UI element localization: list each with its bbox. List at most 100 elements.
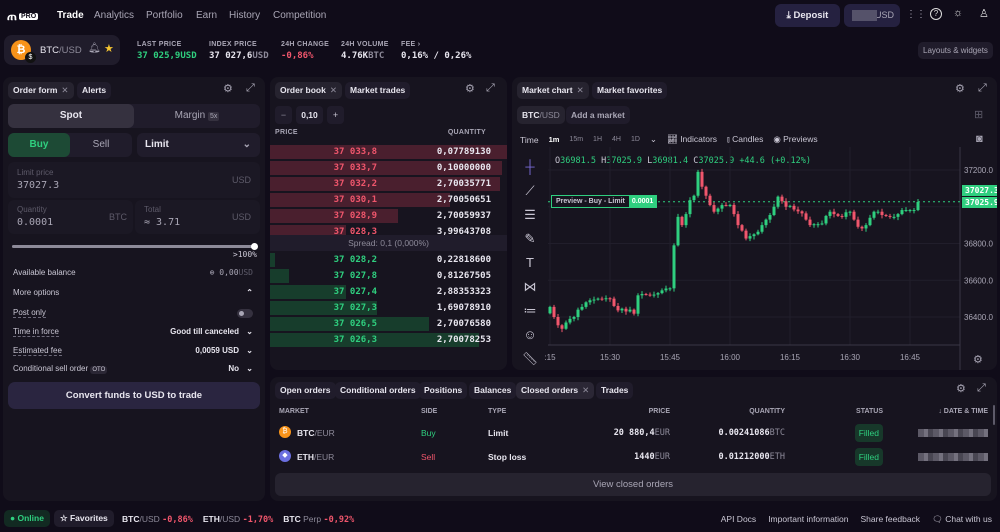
close-icon[interactable]: ✕ xyxy=(330,85,337,95)
theme-sun-icon[interactable]: ☼ xyxy=(953,7,963,19)
tab-positions[interactable]: Positions xyxy=(419,382,468,399)
star-icon[interactable]: ★ xyxy=(104,42,114,55)
slider-handle[interactable] xyxy=(251,243,258,250)
gear-icon[interactable]: ⚙ xyxy=(465,82,475,95)
scrollbar[interactable] xyxy=(993,405,995,425)
estimated-fee-select[interactable]: Estimated fee 0,0059 USD ⌄ xyxy=(13,346,253,360)
amount-slider[interactable] xyxy=(12,243,258,250)
important-info-link[interactable]: Important information xyxy=(768,514,848,525)
order-book-row[interactable]: 37 028,9 2,70059937 xyxy=(270,209,507,224)
balance-button[interactable]: USD xyxy=(844,4,900,27)
depth-bar xyxy=(270,253,275,267)
tab-order-book[interactable]: Order book ✕ xyxy=(275,82,342,99)
buy-button[interactable]: Buy xyxy=(8,133,70,157)
order-book-row[interactable]: 37 027,4 2,88353323 xyxy=(270,285,507,300)
tab-order-form[interactable]: Order form ✕ xyxy=(8,82,74,99)
decrease-step-button[interactable]: − xyxy=(275,106,292,124)
expand-icon[interactable]: ⤢ xyxy=(246,82,255,95)
share-feedback-link[interactable]: Share feedback xyxy=(861,514,921,525)
tab-closed-orders[interactable]: Closed orders ✕ xyxy=(516,382,595,399)
order-book-row[interactable]: 37 030,1 2,70050651 xyxy=(270,193,507,208)
gear-icon[interactable]: ⚙ xyxy=(223,82,233,95)
cell-market: ETH/EUR xyxy=(297,452,335,462)
order-type-select[interactable]: Limit ⌄ xyxy=(137,133,260,157)
margin-tab[interactable]: Margin 5x xyxy=(134,104,260,129)
fee-info[interactable]: FEE › 0,16% / 0,26% xyxy=(401,41,471,61)
tab-alerts[interactable]: Alerts xyxy=(77,82,112,99)
candle-body xyxy=(780,196,784,202)
chevron-down-icon: ⌄ xyxy=(246,327,253,336)
tab-market-trades[interactable]: Market trades xyxy=(345,82,411,99)
deposit-button[interactable]: ⤓ Deposit xyxy=(775,4,840,27)
total-input[interactable]: Total ≈ 3.71 USD xyxy=(135,200,260,234)
btc-coin-icon: ₿ xyxy=(279,426,291,438)
candlestick-chart[interactable]: 37200.0 36800.0 36600.0 36400.0:15 15:30 15:4… xyxy=(512,77,997,370)
time-in-force-select[interactable]: Time in force Good till canceled ⌄ xyxy=(13,327,253,341)
limit-price-input[interactable]: Limit price 37027.3 USD xyxy=(8,162,260,198)
tab-conditional-orders[interactable]: Conditional orders xyxy=(335,382,421,399)
add-funds-icon[interactable]: ⊕ xyxy=(210,268,220,277)
star-outline-icon: ☆ xyxy=(60,513,70,523)
view-closed-orders-button[interactable]: View closed orders xyxy=(275,473,991,496)
chat-with-us-link[interactable]: 🗨︎ Chat with us xyxy=(932,514,992,525)
candle-body xyxy=(856,219,860,227)
pair-base: BTC xyxy=(40,45,59,56)
apps-grid-icon[interactable]: ⋮⋮ xyxy=(906,9,926,20)
help-icon[interactable]: ? xyxy=(930,8,942,20)
gear-icon[interactable]: ⚙ xyxy=(956,382,966,395)
nav-earn[interactable]: Earn xyxy=(196,10,217,21)
post-only-toggle[interactable] xyxy=(237,309,253,318)
sell-button[interactable]: Sell xyxy=(70,133,132,157)
order-book-row[interactable]: 37 033,8 0,07789130 xyxy=(270,145,507,160)
bell-icon[interactable]: 🔔︎ xyxy=(88,43,101,54)
order-book-row[interactable]: 37 032,2 2,70035771 xyxy=(270,177,507,192)
nav-trade[interactable]: Trade xyxy=(57,10,84,21)
spread-row: Spread: 0,1 (0,000%) xyxy=(270,235,507,251)
order-book-row[interactable]: 37 028,2 0,22818600 xyxy=(270,253,507,268)
order-book-row[interactable]: 37 027,8 0,81267505 xyxy=(270,269,507,284)
volume-unit: BTC xyxy=(368,51,385,61)
post-only-label: Post only xyxy=(13,308,46,318)
pair-selector[interactable]: ₿ $ BTC/USD 🔔︎ ★ xyxy=(4,35,120,65)
expand-icon[interactable]: ⤢ xyxy=(977,382,986,395)
order-book-row[interactable]: 37 026,5 2,70076580 xyxy=(270,317,507,332)
nav-analytics[interactable]: Analytics xyxy=(94,10,134,21)
order-book-row[interactable]: 37 033,7 0,10000000 xyxy=(270,161,507,176)
layouts-widgets-button[interactable]: Layouts & widgets xyxy=(918,42,993,59)
candle-body xyxy=(548,306,552,314)
order-book-row[interactable]: 37 027,3 1,69078910 xyxy=(270,301,507,316)
footer-ticker[interactable]: ETH/USD -1,70% xyxy=(203,514,273,525)
y-tick-label: 37200.0 xyxy=(964,166,993,175)
tab-trades[interactable]: Trades xyxy=(596,382,634,399)
user-icon[interactable]: ♙ xyxy=(979,7,989,20)
candle-body xyxy=(692,195,696,201)
nav-portfolio[interactable]: Portfolio xyxy=(146,10,183,21)
favorites-button[interactable]: ☆ Favorites xyxy=(54,510,114,527)
nav-competition[interactable]: Competition xyxy=(273,10,326,21)
chart-settings-icon[interactable]: ⚙ xyxy=(973,353,983,366)
close-icon[interactable]: ✕ xyxy=(61,85,68,95)
increase-step-button[interactable]: + xyxy=(327,106,344,124)
row-price: 37 028,9 xyxy=(333,211,377,221)
order-preview-label[interactable]: Preview - Buy - Limit 0.0001 xyxy=(551,195,658,208)
close-icon[interactable]: ✕ xyxy=(582,385,589,395)
conditional-order-select[interactable]: Conditional sell order OTO No ⌄ xyxy=(13,364,253,378)
footer-ticker[interactable]: BTC Perp -0,92% xyxy=(283,514,354,525)
order-form-panel: Order form ✕ Alerts ⚙ ⤢ Spot Margin 5x Bu… xyxy=(3,77,265,501)
tab-balances[interactable]: Balances xyxy=(469,382,517,399)
header-date-time[interactable]: ↓ DATE & TIME xyxy=(938,408,988,415)
nav-history[interactable]: History xyxy=(229,10,260,21)
api-docs-link[interactable]: API Docs xyxy=(721,514,756,525)
tab-open-orders[interactable]: Open orders xyxy=(275,382,336,399)
more-options-toggle[interactable]: More options ⌃ xyxy=(13,288,253,302)
kraken-pro-logo[interactable]: ጠ PRO xyxy=(7,9,39,24)
convert-funds-button[interactable]: Convert funds to USD to trade xyxy=(8,382,260,409)
candle-body xyxy=(864,225,868,229)
footer-ticker[interactable]: BTC/USD -0,86% xyxy=(122,514,193,525)
market-chart-panel: Market chart ✕ Market favorites ⚙ ⤢ BTC/U… xyxy=(512,77,997,370)
spot-tab[interactable]: Spot xyxy=(8,104,134,128)
quantity-input[interactable]: Quantity 0.0001 BTC xyxy=(8,200,133,234)
order-book-row[interactable]: 37 026,3 2,70078253 xyxy=(270,333,507,348)
expand-icon[interactable]: ⤢ xyxy=(486,82,495,95)
candle-body xyxy=(876,211,880,213)
